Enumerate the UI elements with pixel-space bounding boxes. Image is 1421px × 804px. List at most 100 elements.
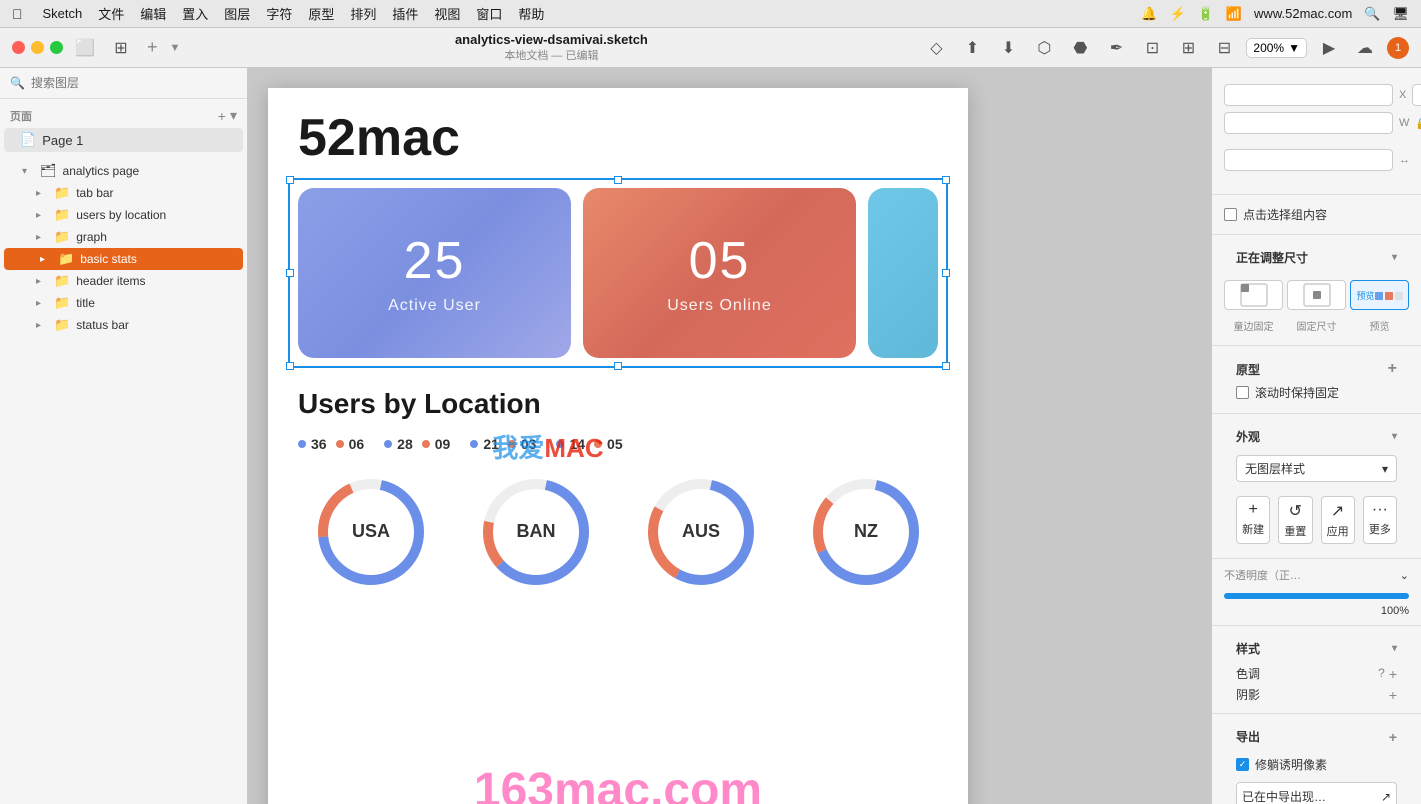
- page-item-1[interactable]: 📄 Page 1: [4, 128, 243, 152]
- legend-item-1: 36 06: [298, 436, 364, 452]
- notification-badge[interactable]: 1: [1387, 37, 1409, 59]
- menu-edit[interactable]: 编辑: [140, 4, 166, 23]
- opacity-bar[interactable]: [1224, 593, 1409, 599]
- style-title[interactable]: 样式 ▾: [1224, 634, 1409, 663]
- cloud-icon[interactable]: ☁: [1351, 34, 1379, 62]
- layer-style-dropdown[interactable]: 无图层样式 ▾: [1236, 455, 1397, 482]
- dropdown-arrow-icon: ▾: [1382, 462, 1388, 476]
- appearance-actions: + 新建 ↺ 重置 ↗ 应用 ··· 更多: [1224, 490, 1409, 550]
- opacity-value: 100%: [1224, 605, 1409, 617]
- users-online-card[interactable]: 05 Users Online: [583, 188, 856, 358]
- add-color-btn[interactable]: +: [1389, 666, 1397, 682]
- resize-grid: 预览: [1224, 280, 1409, 310]
- maximize-window-btn[interactable]: [50, 41, 63, 54]
- donut-chart-nz: NZ: [806, 472, 926, 592]
- pixel-fix-label: 修躺诱明像素: [1255, 756, 1327, 773]
- menu-window[interactable]: 窗口: [476, 4, 502, 23]
- diamond-icon[interactable]: ◇: [922, 34, 950, 62]
- select-group-checkbox[interactable]: [1224, 208, 1237, 221]
- menu-plugins[interactable]: 插件: [392, 4, 418, 23]
- svg-text:AUS: AUS: [681, 521, 719, 541]
- reset-style-btn[interactable]: ↺ 重置: [1278, 496, 1312, 544]
- sidebar-item-analytics-page[interactable]: ▾ 🗂 analytics page: [0, 160, 247, 182]
- apply-icon: ↗: [1331, 501, 1344, 521]
- pages-expand-btn[interactable]: ▾: [230, 107, 237, 124]
- menu-arrange[interactable]: 排列: [350, 4, 376, 23]
- color-help-icon[interactable]: ?: [1378, 666, 1385, 682]
- sidebar-item-users-by-location[interactable]: ▸ 📁 users by location: [0, 204, 247, 226]
- pen-icon[interactable]: ✒: [1102, 34, 1130, 62]
- active-user-card[interactable]: 25 Active User: [298, 188, 571, 358]
- notification-icon[interactable]: 🔔: [1141, 6, 1157, 22]
- resize-section: 正在调整尺寸 ▾ 预览: [1212, 235, 1421, 346]
- legend-dot-blue-1: [298, 440, 306, 448]
- search-icon[interactable]: 🔍: [1364, 6, 1380, 22]
- export-action-btn[interactable]: 已在中导出现… ↗: [1236, 782, 1397, 804]
- menu-prototype[interactable]: 原型: [308, 4, 334, 23]
- scroll-fix-checkbox[interactable]: [1236, 386, 1249, 399]
- left-sidebar: 🔍 页面 + ▾ 📄 Page 1 ▾ 🗂 analytics page ▸ 📁: [0, 68, 248, 804]
- sidebar-item-header-items[interactable]: ▸ 📁 header items: [0, 270, 247, 292]
- menu-text[interactable]: 字符: [266, 4, 292, 23]
- apply-style-btn[interactable]: ↗ 应用: [1321, 496, 1355, 544]
- sidebar-item-tab-bar[interactable]: ▸ 📁 tab bar: [0, 182, 247, 204]
- w-input[interactable]: 480: [1224, 112, 1393, 134]
- account-icon[interactable]: ⚡: [1169, 6, 1185, 22]
- more-style-btn[interactable]: ··· 更多: [1363, 496, 1397, 544]
- select-group-row: 点击选择组内容: [1224, 203, 1409, 226]
- combine-icon[interactable]: ⊞: [1174, 34, 1202, 62]
- menu-view[interactable]: 视图: [434, 4, 460, 23]
- canvas-area[interactable]: 52mac 25 Active User: [248, 68, 1211, 804]
- x-input[interactable]: 20: [1224, 84, 1393, 106]
- add-shadow-btn[interactable]: +: [1389, 687, 1397, 703]
- doc-title: analytics-view-dsamivai.sketch: [455, 32, 648, 47]
- folder-icon: 📁: [54, 185, 70, 201]
- sidebar-item-title[interactable]: ▸ 📁 title: [0, 292, 247, 314]
- toolbar-left: ⬜ ⊞ + ▼: [12, 34, 180, 62]
- search-input[interactable]: [31, 76, 237, 90]
- toolbar-right: ◇ ⬆ ⬇ ⬡ ⬣ ✒ ⊡ ⊞ ⊟ 200% ▼ ▶ ☁ 1: [922, 34, 1409, 62]
- menu-sketch[interactable]: Sketch: [43, 6, 83, 21]
- sidebar-item-graph[interactable]: ▸ 📁 graph: [0, 226, 247, 248]
- resize-icon[interactable]: ⊡: [1138, 34, 1166, 62]
- resize-option-preview[interactable]: 预览: [1350, 280, 1409, 310]
- resize-option-2[interactable]: [1287, 280, 1346, 310]
- chevron-right-icon: ▸: [36, 210, 48, 221]
- add-prototype-btn[interactable]: +: [1388, 360, 1397, 378]
- upload-icon[interactable]: ⬆: [958, 34, 986, 62]
- mirror-icon[interactable]: ⬣: [1066, 34, 1094, 62]
- zoom-control[interactable]: 200% ▼: [1246, 38, 1307, 58]
- sidebar-item-status-bar[interactable]: ▸ 📁 status bar: [0, 314, 247, 336]
- prototype-title[interactable]: 原型 +: [1224, 354, 1409, 384]
- resize-option-1[interactable]: [1224, 280, 1283, 310]
- pixel-fix-checkbox[interactable]: ✓: [1236, 758, 1249, 771]
- add-page-btn[interactable]: +: [218, 107, 226, 124]
- close-window-btn[interactable]: [12, 41, 25, 54]
- location-legend: 36 06 28 09 21 03: [298, 436, 938, 452]
- add-export-btn[interactable]: +: [1389, 729, 1397, 745]
- menu-help[interactable]: 帮助: [518, 4, 544, 23]
- play-icon[interactable]: ▶: [1315, 34, 1343, 62]
- lock-icon[interactable]: 🔒: [1415, 117, 1421, 130]
- pixel-fix-row: ✓ 修躺诱明像素: [1224, 751, 1409, 778]
- opacity-chevron-icon[interactable]: ⌄: [1400, 569, 1409, 582]
- flatten-icon[interactable]: ⊟: [1210, 34, 1238, 62]
- apps-icon[interactable]: 🖥: [1392, 6, 1409, 22]
- spacing-input[interactable]: 15: [1224, 149, 1393, 171]
- sidebar-toggle-btn[interactable]: ⬜: [71, 34, 99, 62]
- sidebar-item-basic-stats[interactable]: ▸ 📁 basic stats: [4, 248, 243, 270]
- menu-insert[interactable]: 置入: [182, 4, 208, 23]
- new-style-btn[interactable]: + 新建: [1236, 496, 1270, 544]
- menu-file[interactable]: 文件: [98, 4, 124, 23]
- opacity-row: 不透明度（正… ⌄: [1224, 567, 1409, 587]
- appearance-title[interactable]: 外观 ▾: [1224, 422, 1409, 451]
- mask-icon[interactable]: ⬡: [1030, 34, 1058, 62]
- menu-layer[interactable]: 图层: [224, 4, 250, 23]
- export-title[interactable]: 导出 +: [1224, 722, 1409, 751]
- minimize-window-btn[interactable]: [31, 41, 44, 54]
- resize-title[interactable]: 正在调整尺寸 ▾: [1224, 243, 1409, 272]
- layout-toggle-btn[interactable]: ⊞: [107, 34, 135, 62]
- y-input[interactable]: 177: [1412, 84, 1421, 106]
- export-icon[interactable]: ⬇: [994, 34, 1022, 62]
- main-layout: 🔍 页面 + ▾ 📄 Page 1 ▾ 🗂 analytics page ▸ 📁: [0, 68, 1421, 804]
